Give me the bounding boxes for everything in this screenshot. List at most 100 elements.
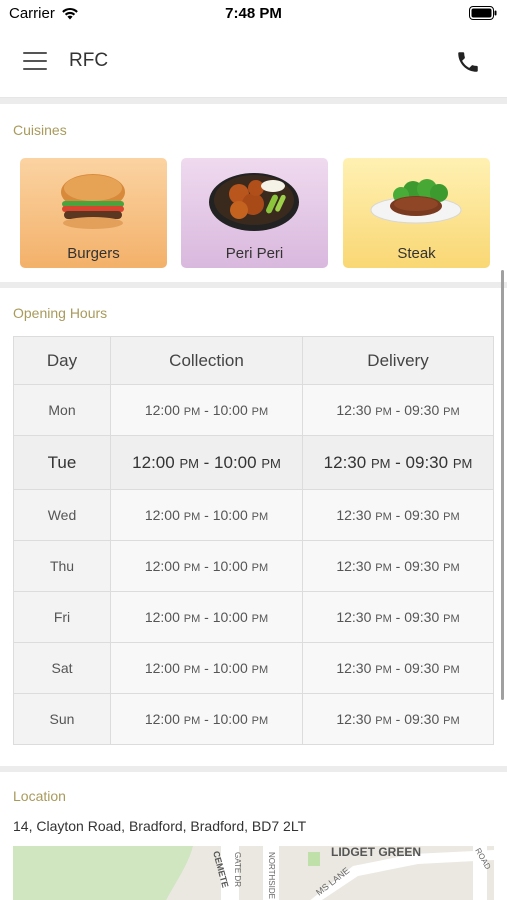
table-row: Tue 12:00 PM - 10:00 PM 12:30 PM - 09:30 P… bbox=[13, 435, 494, 490]
time-separator: - bbox=[391, 402, 405, 418]
time-value: 10:00 bbox=[214, 452, 257, 472]
day-cell: Sat bbox=[13, 642, 111, 694]
location-section: Location 14, Clayton Road, Bradford, Bra… bbox=[0, 772, 507, 900]
time-value: 12:00 bbox=[144, 507, 180, 523]
time-suffix: PM bbox=[183, 406, 201, 418]
column-header-delivery: Delivery bbox=[302, 336, 494, 385]
time-suffix: PM bbox=[443, 664, 460, 676]
time-suffix: PM bbox=[375, 613, 392, 625]
cuisine-card-burgers[interactable]: Burgers bbox=[20, 158, 167, 268]
day-cell: Thu bbox=[13, 540, 111, 592]
burger-image bbox=[61, 174, 125, 229]
day-cell: Wed bbox=[13, 489, 111, 541]
day-cell: Sun bbox=[13, 693, 111, 745]
table-row: Mon 12:00 PM - 10:00 PM 12:30 PM - 09:30 P… bbox=[13, 384, 494, 436]
day-cell: Tue bbox=[13, 435, 111, 490]
time-separator: - bbox=[200, 558, 213, 574]
time-separator: - bbox=[390, 452, 406, 472]
time-value: 10:00 bbox=[212, 558, 248, 574]
hamburger-menu-icon[interactable] bbox=[23, 52, 47, 72]
time-suffix: PM bbox=[261, 455, 281, 471]
time-value: 12:30 bbox=[336, 402, 372, 418]
time-suffix: PM bbox=[375, 715, 392, 727]
time-suffix: PM bbox=[443, 511, 460, 523]
table-row: Thu 12:00 PM - 10:00 PM 12:30 PM - 09:30 P… bbox=[13, 540, 494, 592]
cuisine-card-steak[interactable]: Steak bbox=[343, 158, 490, 268]
time-separator: - bbox=[200, 609, 213, 625]
collection-cell: 12:00 PM - 10:00 PM bbox=[110, 591, 303, 643]
time-suffix: PM bbox=[370, 455, 391, 471]
time-value: 09:30 bbox=[404, 711, 440, 727]
opening-hours-table: Day Collection Delivery Mon 12:00 PM - 10… bbox=[13, 336, 494, 745]
time-separator: - bbox=[200, 711, 213, 727]
cuisine-card-peri-peri[interactable]: Peri Peri bbox=[181, 158, 328, 268]
steak-image bbox=[370, 179, 462, 224]
time-suffix: PM bbox=[375, 664, 392, 676]
page-title: RFC bbox=[69, 50, 109, 71]
opening-hours-title: Opening Hours bbox=[13, 305, 108, 321]
time-value: 10:00 bbox=[212, 609, 248, 625]
time-value: 12:00 bbox=[144, 660, 180, 676]
time-suffix: PM bbox=[183, 562, 201, 574]
delivery-cell: 12:30 PM - 09:30 PM bbox=[302, 642, 494, 694]
time-suffix: PM bbox=[179, 455, 199, 471]
time-separator: - bbox=[200, 660, 213, 676]
time-value: 12:30 bbox=[336, 558, 372, 574]
cuisines-section: Cuisines Burgers Peri Peri Steak bbox=[0, 104, 507, 282]
nav-bar: RFC bbox=[0, 30, 507, 98]
time-suffix: PM bbox=[443, 715, 460, 727]
table-row: Wed 12:00 PM - 10:00 PM 12:30 PM - 09:30 P… bbox=[13, 489, 494, 541]
time-value: 12:00 bbox=[144, 402, 180, 418]
opening-hours-section: Opening Hours Day Collection Delivery Mo… bbox=[0, 288, 507, 766]
time-value: 10:00 bbox=[212, 402, 248, 418]
table-row: Sat 12:00 PM - 10:00 PM 12:30 PM - 09:30 P… bbox=[13, 642, 494, 694]
time-suffix: PM bbox=[251, 715, 269, 727]
time-suffix: PM bbox=[443, 613, 460, 625]
time-value: 12:30 bbox=[323, 452, 367, 472]
time-value: 12:00 bbox=[144, 609, 180, 625]
time-suffix: PM bbox=[251, 562, 269, 574]
time-separator: - bbox=[391, 711, 405, 727]
map-view[interactable]: LIDGET GREEN GATE DR NORTHSIDE CEMETE MS… bbox=[13, 846, 494, 900]
column-header-collection: Collection bbox=[110, 336, 303, 385]
scrollbar[interactable] bbox=[501, 270, 504, 700]
time-separator: - bbox=[391, 660, 405, 676]
delivery-cell: 12:30 PM - 09:30 PM bbox=[302, 591, 494, 643]
delivery-cell: 12:30 PM - 09:30 PM bbox=[302, 489, 494, 541]
time-value: 09:30 bbox=[404, 402, 440, 418]
time-separator: - bbox=[391, 558, 405, 574]
time-suffix: PM bbox=[251, 406, 269, 418]
map-label: NORTHSIDE bbox=[267, 852, 276, 899]
peri-peri-image bbox=[209, 173, 299, 231]
time-separator: - bbox=[391, 507, 405, 523]
cuisines-title: Cuisines bbox=[13, 122, 67, 138]
clock: 7:48 PM bbox=[225, 5, 282, 22]
time-suffix: PM bbox=[251, 664, 269, 676]
time-suffix: PM bbox=[183, 715, 201, 727]
time-value: 09:30 bbox=[404, 558, 440, 574]
time-value: 09:30 bbox=[404, 609, 440, 625]
time-value: 12:00 bbox=[132, 452, 175, 472]
time-value: 12:30 bbox=[336, 660, 372, 676]
time-suffix: PM bbox=[251, 613, 269, 625]
time-value: 10:00 bbox=[212, 660, 248, 676]
time-separator: - bbox=[200, 507, 213, 523]
delivery-cell: 12:30 PM - 09:30 PM bbox=[302, 435, 494, 490]
time-value: 09:30 bbox=[405, 452, 449, 472]
time-value: 12:30 bbox=[336, 711, 372, 727]
cuisine-label: Peri Peri bbox=[225, 245, 284, 262]
time-value: 09:30 bbox=[404, 507, 440, 523]
battery-icon bbox=[469, 6, 497, 20]
time-value: 09:30 bbox=[404, 660, 440, 676]
time-suffix: PM bbox=[375, 562, 392, 574]
phone-icon[interactable] bbox=[455, 49, 481, 75]
delivery-cell: 12:30 PM - 09:30 PM bbox=[302, 384, 494, 436]
collection-cell: 12:00 PM - 10:00 PM bbox=[110, 693, 303, 745]
map-label: GATE DR bbox=[233, 852, 242, 887]
table-row: Sun 12:00 PM - 10:00 PM 12:30 PM - 09:30 P… bbox=[13, 693, 494, 745]
time-separator: - bbox=[391, 609, 405, 625]
time-value: 12:00 bbox=[144, 711, 180, 727]
collection-cell: 12:00 PM - 10:00 PM bbox=[110, 435, 303, 490]
day-cell: Mon bbox=[13, 384, 111, 436]
time-value: 10:00 bbox=[212, 507, 248, 523]
